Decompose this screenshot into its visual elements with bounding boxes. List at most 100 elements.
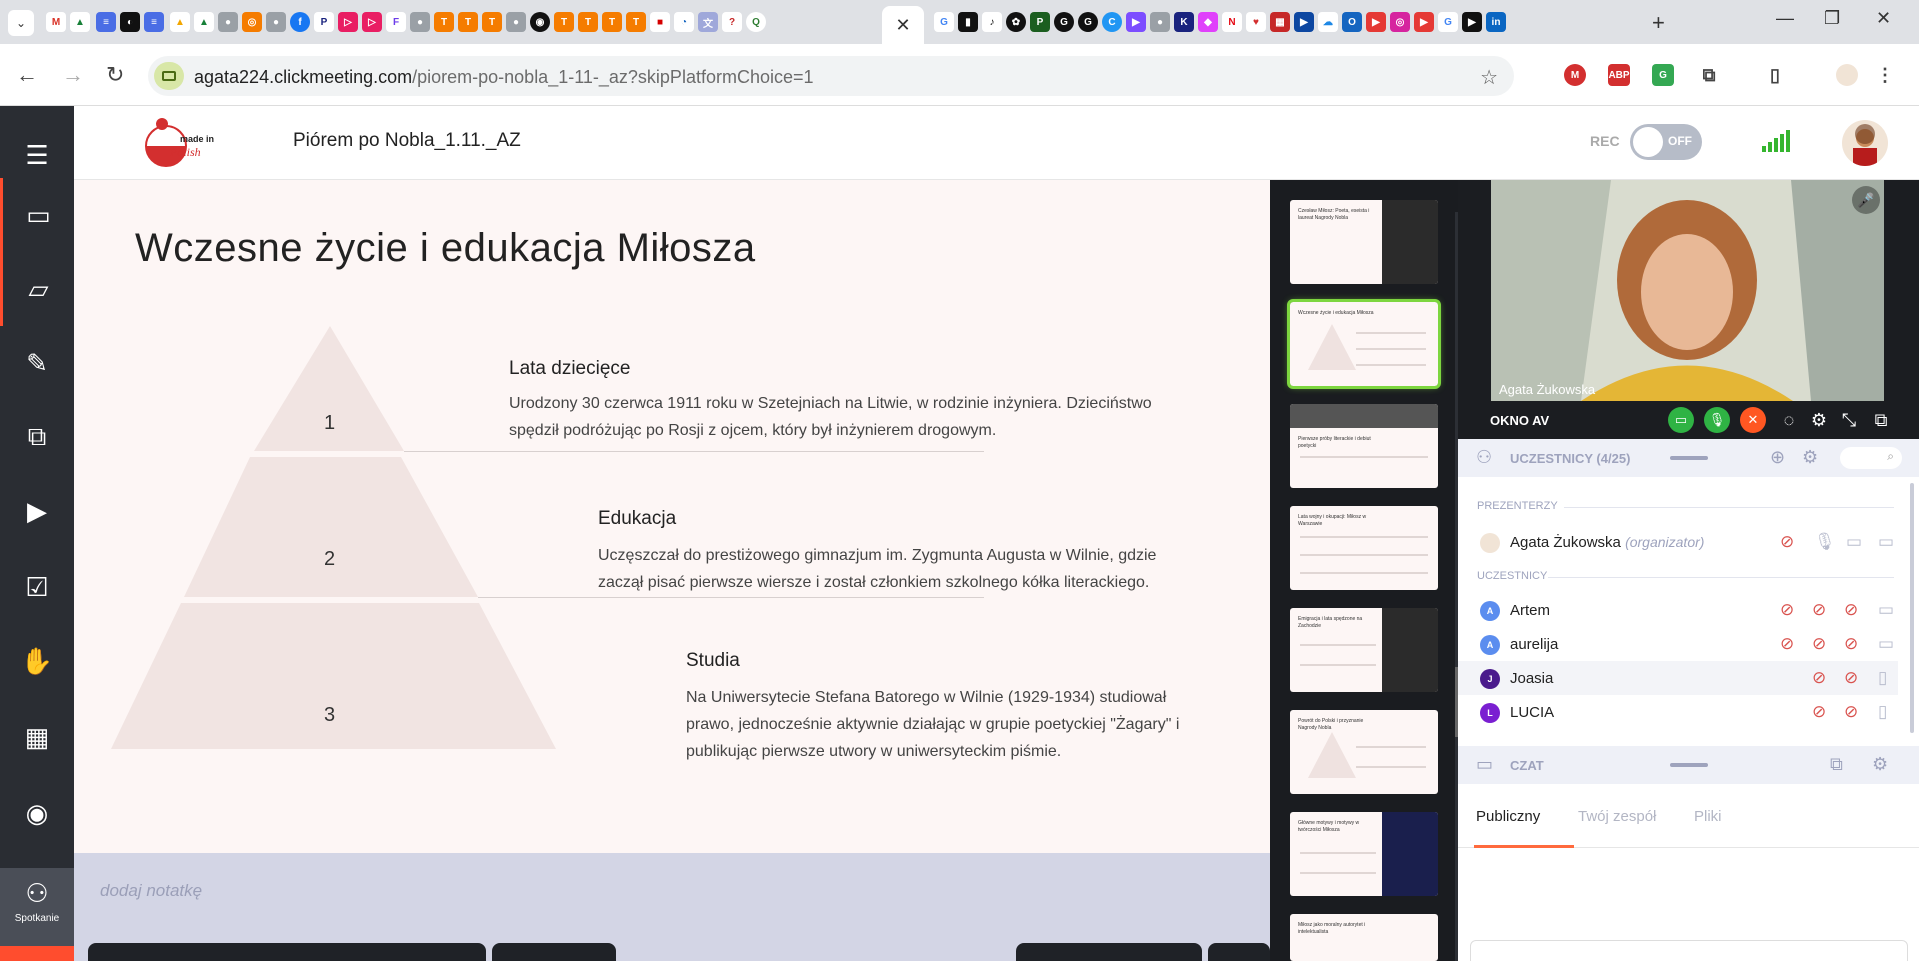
broadcast-icon[interactable]: ◉ [0, 776, 74, 850]
globe-tab-icon-3[interactable]: ● [410, 12, 430, 32]
new-tab-button[interactable]: + [1652, 10, 1665, 36]
forward-button[interactable]: → [62, 62, 84, 88]
participants-header[interactable]: ⚇ UCZESTNICY (4/25) ⊕ ⚙ ⌕ [1458, 439, 1919, 477]
bottom-control-3[interactable] [1016, 943, 1202, 961]
chat-drag-handle[interactable] [1670, 763, 1708, 767]
video-icon[interactable]: ▭ [1846, 532, 1862, 552]
participants-settings-icon[interactable]: ⚙ [1802, 447, 1818, 468]
participant-row-presenter[interactable]: Agata Żukowska (organizator) ⊘ 🎙 ▭ ▭ [1458, 525, 1898, 559]
user-avatar[interactable] [1842, 120, 1888, 166]
camera-off-icon[interactable]: ⊘ [1780, 634, 1794, 654]
netflix-tab-icon[interactable]: N [1222, 12, 1242, 32]
screen-share-off-button[interactable]: ✕ [1740, 407, 1766, 433]
gmail-tab-icon[interactable]: M [46, 12, 66, 32]
screen-icon[interactable]: ▭ [1878, 532, 1894, 552]
temu-tab-icon-3[interactable]: T [482, 12, 502, 32]
extension-icon-1[interactable]: M [1564, 64, 1586, 86]
translate-tab-icon[interactable]: 文 [698, 12, 718, 32]
docs-tab-icon[interactable]: ≡ [144, 12, 164, 32]
google-tab-icon-2[interactable]: G [1438, 12, 1458, 32]
site-tab-icon-3[interactable]: F [386, 12, 406, 32]
reload-button[interactable]: ↻ [106, 62, 124, 88]
heart-tab-icon[interactable]: ♥ [1246, 12, 1266, 32]
globe-tab-icon-5[interactable]: ● [1150, 12, 1170, 32]
google-tab-icon[interactable]: G [934, 12, 954, 32]
slide-thumb-1[interactable]: Czesław Miłosz: Poeta, eseista i laureat… [1290, 200, 1438, 284]
camera-off-icon[interactable]: ⊘ [1780, 532, 1794, 552]
site-tab-icon-17[interactable]: ▦ [1270, 12, 1290, 32]
facebook-tab-icon[interactable]: f [290, 12, 310, 32]
video-off-icon[interactable]: ⊘ [1844, 702, 1858, 722]
play-tab-icon-2[interactable]: ▷ [362, 12, 382, 32]
active-tab[interactable]: ✕ [882, 6, 924, 44]
chat-settings-icon[interactable]: ⚙ [1872, 754, 1888, 775]
reading-list-icon[interactable]: ▯ [1764, 64, 1786, 86]
window-close-icon[interactable]: ✕ [1876, 8, 1891, 29]
site-tab-icon-5[interactable]: ■ [650, 12, 670, 32]
resize-window-icon[interactable]: ⤡ [1836, 407, 1862, 433]
slide-thumb-2[interactable]: Wczesne życie i edukacja Miłosza [1287, 299, 1441, 389]
site-tab-icon-2[interactable]: ◎ [242, 12, 262, 32]
participant-row[interactable]: A Artem ⊘ ⊘ ⊘ ▭ [1458, 593, 1898, 627]
restore-icon[interactable]: ❐ [1824, 8, 1840, 29]
drive-tab-icon-2[interactable]: ▲ [170, 12, 190, 32]
slide-thumb-8[interactable]: Miłosz jako moralny autorytet i intelekt… [1290, 914, 1438, 961]
participants-drag-handle[interactable] [1670, 456, 1708, 460]
site-tab-icon-13[interactable]: G [1078, 12, 1098, 32]
site-tab-icon-14[interactable]: C [1102, 12, 1122, 32]
slide-thumb-3[interactable]: Pierwsze próby literackie i debiut poety… [1290, 404, 1438, 488]
edit-icon[interactable]: ✎ [0, 326, 74, 400]
site-info-icon[interactable] [154, 62, 184, 90]
profile-avatar[interactable] [1836, 64, 1858, 86]
temu-tab-icon-6[interactable]: T [602, 12, 622, 32]
mic-off-icon[interactable]: ⊘ [1812, 634, 1826, 654]
folder-icon[interactable]: ▱ [0, 252, 74, 326]
participant-row[interactable]: J Joasia ⊘ ⊘ ▯ [1458, 661, 1898, 695]
url-text[interactable]: agata224.clickmeeting.com/piorem-po-nobl… [194, 67, 814, 88]
omnibox[interactable]: agata224.clickmeeting.com/piorem-po-nobl… [148, 56, 1514, 96]
mic-off-icon[interactable]: ⊘ [1812, 600, 1826, 620]
mic-off-icon[interactable]: ⊘ [1812, 702, 1826, 722]
temu-tab-icon-5[interactable]: T [578, 12, 598, 32]
mic-icon[interactable]: 🎙 [1814, 532, 1836, 552]
participants-search-input[interactable]: ⌕ [1840, 447, 1902, 469]
paypal-tab-icon[interactable]: P [314, 12, 334, 32]
site-tab-icon-9[interactable]: ▮ [958, 12, 978, 32]
forms-tab-icon[interactable]: ≡ [96, 12, 116, 32]
video-off-icon[interactable]: ⊘ [1844, 634, 1858, 654]
site-tab-icon-16[interactable]: ◆ [1198, 12, 1218, 32]
settings-gear-icon[interactable]: ⚙ [1806, 407, 1832, 433]
add-participant-icon[interactable]: ⊕ [1770, 447, 1785, 468]
grid-apps-icon[interactable]: ▦ [0, 700, 74, 774]
play-tab-icon[interactable]: ▷ [338, 12, 358, 32]
site-tab-icon-7[interactable]: ? [722, 12, 742, 32]
tab-your-team[interactable]: Twój zespół [1578, 808, 1656, 825]
popout-window-icon[interactable]: ⧉ [1868, 407, 1894, 433]
site-tab-icon-18[interactable]: ▶ [1294, 12, 1314, 32]
participant-row[interactable]: A aurelija ⊘ ⊘ ⊘ ▭ [1458, 627, 1898, 661]
recording-toggle[interactable]: OFF [1630, 124, 1702, 160]
temu-tab-icon[interactable]: T [434, 12, 454, 32]
temu-tab-icon-7[interactable]: T [626, 12, 646, 32]
site-tab-icon-4[interactable]: ◉ [530, 12, 550, 32]
site-tab-icon-11[interactable]: P [1030, 12, 1050, 32]
site-tab-icon-12[interactable]: G [1054, 12, 1074, 32]
mic-off-icon[interactable]: ⊘ [1812, 668, 1826, 688]
screen-icon[interactable]: ▭ [1878, 600, 1894, 620]
meeting-tab[interactable]: ⚇ Spotkanie [0, 868, 74, 946]
site-tab-icon[interactable]: ◐ [120, 12, 140, 32]
outlook-tab-icon[interactable]: O [1342, 12, 1362, 32]
globe-tab-icon-4[interactable]: ● [506, 12, 526, 32]
screen-share-icon[interactable]: ⧉ [0, 400, 74, 474]
tab-search-button[interactable]: ⌄ [8, 10, 34, 36]
slide-thumb-4[interactable]: Lata wojny i okupacji: Miłosz w Warszawi… [1290, 506, 1438, 590]
camera-icon[interactable]: ▭ [0, 178, 74, 252]
whiteboard-icon[interactable]: ✋ [0, 624, 74, 698]
drive-tab-icon-3[interactable]: ▲ [194, 12, 214, 32]
site-tab-icon-8[interactable]: Q [746, 12, 766, 32]
chat-header[interactable]: ▭ CZAT ⧉ ⚙ [1458, 746, 1919, 784]
globe-tab-icon[interactable]: ● [218, 12, 238, 32]
site-tab-icon-19[interactable]: ▶ [1462, 12, 1482, 32]
temu-tab-icon-4[interactable]: T [554, 12, 574, 32]
video-file-icon[interactable]: ▶ [0, 474, 74, 548]
